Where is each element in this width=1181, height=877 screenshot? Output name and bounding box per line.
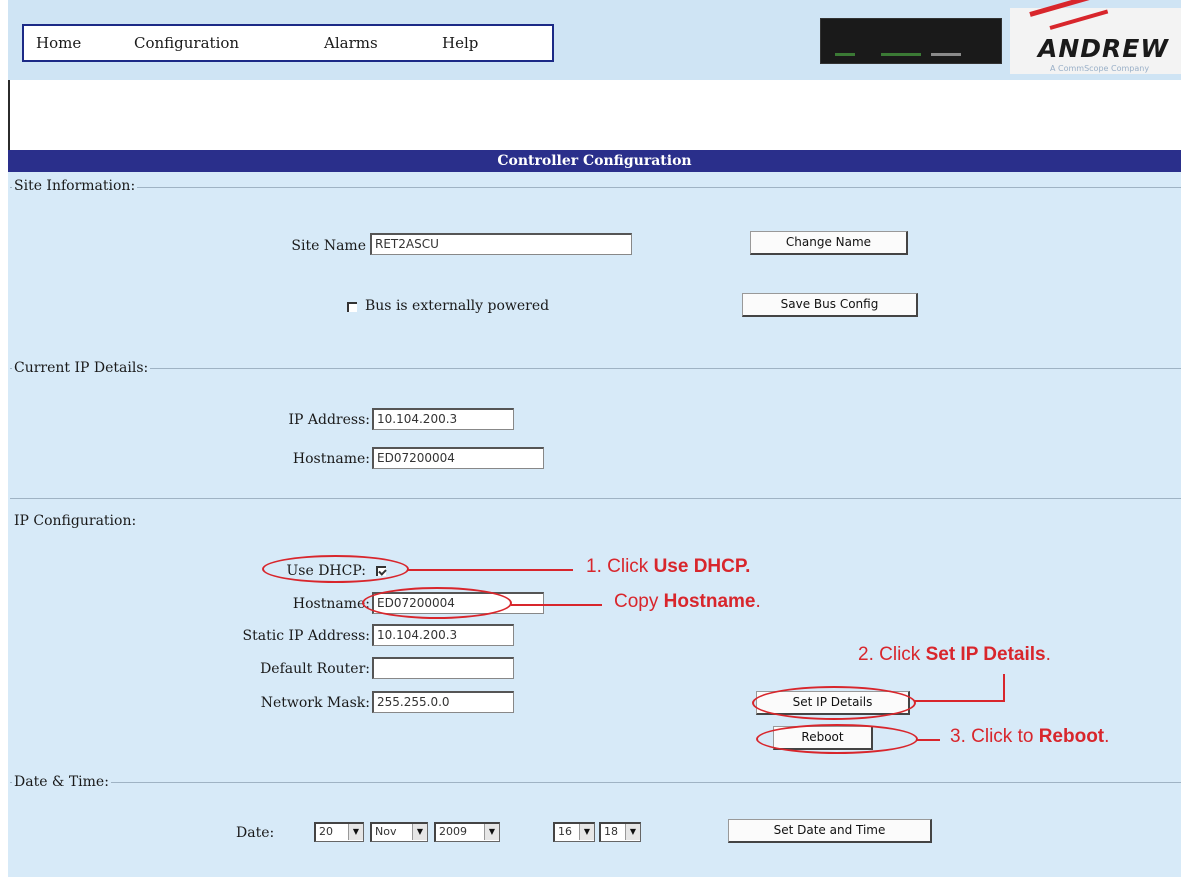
site-name-label: Site Name xyxy=(291,238,366,254)
step2-line-vertical xyxy=(1003,674,1005,702)
step1-line xyxy=(408,569,573,571)
bus-powered-label: Bus is externally powered xyxy=(365,298,550,314)
current-hostname-label: Hostname: xyxy=(292,451,370,467)
nav-configuration[interactable]: Configuration xyxy=(134,34,239,52)
chevron-down-icon: ▼ xyxy=(348,824,363,840)
hostname-highlight xyxy=(362,587,512,619)
nav-alarms[interactable]: Alarms xyxy=(324,34,378,52)
step2-line-horizontal xyxy=(914,700,1005,702)
ip-config-legend: IP Configuration: xyxy=(12,513,139,529)
minute-select[interactable]: 18 ▼ xyxy=(599,822,641,842)
current-ip-label: IP Address: xyxy=(288,412,371,428)
current-ip-input[interactable]: 10.104.200.3 xyxy=(372,408,514,430)
config-panel xyxy=(8,172,1181,877)
nav-home[interactable]: Home xyxy=(36,34,81,52)
site-name-input[interactable]: RET2ASCU xyxy=(370,233,632,255)
static-ip-input[interactable]: 10.104.200.3 xyxy=(372,624,514,646)
change-name-button[interactable]: Change Name xyxy=(750,231,908,255)
chevron-down-icon: ▼ xyxy=(579,824,594,840)
step3-annotation: 3. Click to Reboot. xyxy=(950,726,1110,747)
default-router-input[interactable] xyxy=(372,657,514,679)
chevron-down-icon: ▼ xyxy=(412,824,427,840)
month-select[interactable]: Nov ▼ xyxy=(370,822,428,842)
step2-annotation: 2. Click Set IP Details. xyxy=(858,644,1051,665)
andrew-logo: ANDREW A CommScope Company xyxy=(1010,0,1181,74)
site-info-legend: Site Information: xyxy=(12,178,138,194)
copy-line xyxy=(511,604,602,606)
network-mask-label: Network Mask: xyxy=(260,695,370,711)
step3-line xyxy=(917,739,940,741)
step1-annotation: 1. Click Use DHCP. xyxy=(586,556,751,577)
static-ip-label: Static IP Address: xyxy=(242,628,370,644)
date-label: Date: xyxy=(236,825,275,841)
save-bus-config-button[interactable]: Save Bus Config xyxy=(742,293,918,317)
chevron-down-icon: ▼ xyxy=(625,824,640,840)
use-dhcp-highlight xyxy=(262,555,409,583)
device-image xyxy=(820,18,1002,64)
ipconf-hostname-label: Hostname: xyxy=(292,596,370,612)
year-select[interactable]: 2009 ▼ xyxy=(434,822,500,842)
current-hostname-input[interactable]: ED07200004 xyxy=(372,447,544,469)
current-ip-legend: Current IP Details: xyxy=(12,360,151,376)
set-date-time-button[interactable]: Set Date and Time xyxy=(728,819,932,843)
date-time-legend: Date & Time: xyxy=(12,774,111,790)
nav-help[interactable]: Help xyxy=(442,34,478,52)
hour-select[interactable]: 16 ▼ xyxy=(553,822,595,842)
default-router-label: Default Router: xyxy=(260,661,370,677)
bus-powered-checkbox[interactable] xyxy=(347,302,357,312)
page-title: Controller Configuration xyxy=(8,150,1181,172)
set-ip-details-highlight xyxy=(752,686,916,720)
copy-hostname-annotation: Copy Hostname. xyxy=(614,591,761,612)
day-select[interactable]: 20 ▼ xyxy=(314,822,364,842)
network-mask-input[interactable]: 255.255.0.0 xyxy=(372,691,514,713)
reboot-highlight xyxy=(756,724,918,754)
nav-menu: Home Configuration Alarms Help xyxy=(22,24,554,62)
chevron-down-icon: ▼ xyxy=(484,824,499,840)
